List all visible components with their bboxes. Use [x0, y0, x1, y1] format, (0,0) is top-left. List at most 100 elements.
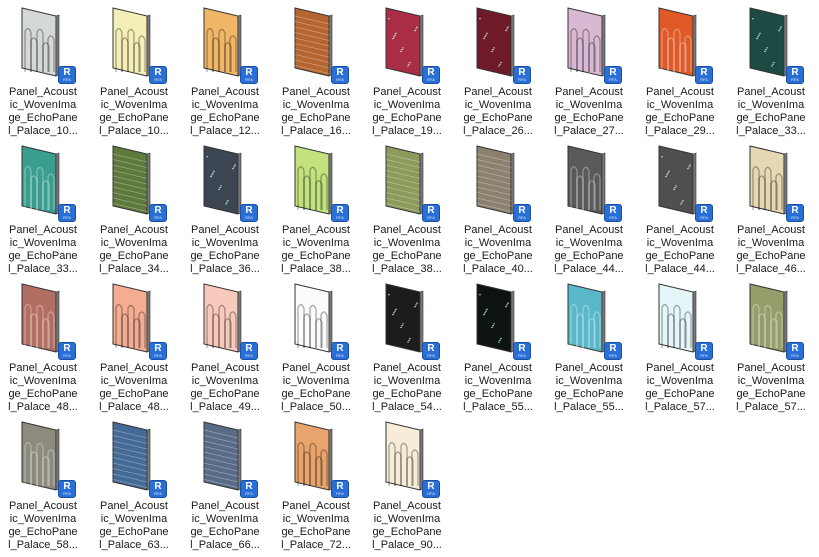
panel-thumbnail: R RFA [16, 420, 76, 498]
panel-thumbnail: R RFA [471, 144, 531, 222]
file-name: Panel_Acoust ic_WovenIma ge_EchoPane l_P… [372, 224, 442, 275]
revit-badge-ext: RFA [791, 215, 799, 220]
panel-thumbnail: R RFA [198, 282, 258, 360]
revit-file-icon: R RFA [331, 66, 349, 84]
revit-badge-ext: RFA [427, 353, 435, 358]
file-item[interactable]: R RFA Panel_Acoust ic_WovenIma ge_EchoPane… [730, 282, 812, 413]
file-item[interactable]: R RFA Panel_Acoust ic_WovenIma ge_EchoPane… [639, 282, 721, 413]
file-item[interactable]: R RFA Panel_Acoust ic_WovenIma ge_EchoPane… [93, 144, 175, 275]
file-item[interactable]: R RFA Panel_Acoust ic_WovenIma ge_EchoPane… [639, 144, 721, 275]
file-item[interactable]: R RFA Panel_Acoust ic_WovenIma ge_EchoPane… [2, 6, 84, 137]
revit-badge-ext: RFA [609, 77, 617, 82]
file-item[interactable]: R RFA Panel_Acoust ic_WovenIma ge_EchoPane… [548, 144, 630, 275]
file-item[interactable]: R RFA Panel_Acoust ic_WovenIma ge_EchoPane… [457, 144, 539, 275]
file-item[interactable]: R RFA Panel_Acoust ic_WovenIma ge_EchoPane… [275, 282, 357, 413]
file-name: Panel_Acoust ic_WovenIma ge_EchoPane l_P… [463, 362, 533, 413]
revit-file-icon: R RFA [422, 480, 440, 498]
file-item[interactable]: R RFA Panel_Acoust ic_WovenIma ge_EchoPane… [730, 6, 812, 137]
file-item[interactable]: R RFA Panel_Acoust ic_WovenIma ge_EchoPane… [93, 6, 175, 137]
file-item[interactable]: R RFA Panel_Acoust ic_WovenIma ge_EchoPane… [366, 282, 448, 413]
file-name: Panel_Acoust ic_WovenIma ge_EchoPane l_P… [645, 224, 715, 275]
revit-file-icon: R RFA [149, 480, 167, 498]
file-item[interactable]: R RFA Panel_Acoust ic_WovenIma ge_EchoPane… [548, 6, 630, 137]
file-name: Panel_Acoust ic_WovenIma ge_EchoPane l_P… [190, 500, 260, 551]
panel-thumbnail: R RFA [562, 144, 622, 222]
file-item[interactable]: R RFA Panel_Acoust ic_WovenIma ge_EchoPane… [275, 6, 357, 137]
file-name: Panel_Acoust ic_WovenIma ge_EchoPane l_P… [372, 500, 442, 551]
revit-file-icon: R RFA [240, 342, 258, 360]
revit-file-icon: R RFA [786, 204, 804, 222]
panel-thumbnail: R RFA [562, 6, 622, 84]
panel-thumbnail: R RFA [16, 282, 76, 360]
revit-badge-ext: RFA [336, 491, 344, 496]
revit-badge-ext: RFA [427, 491, 435, 496]
revit-file-icon: R RFA [58, 342, 76, 360]
file-name: Panel_Acoust ic_WovenIma ge_EchoPane l_P… [99, 500, 169, 551]
file-item[interactable]: R RFA Panel_Acoust ic_WovenIma ge_EchoPane… [366, 6, 448, 137]
file-name: Panel_Acoust ic_WovenIma ge_EchoPane l_P… [281, 224, 351, 275]
panel-thumbnail: R RFA [653, 282, 713, 360]
panel-thumbnail: R RFA [653, 6, 713, 84]
revit-file-icon: R RFA [513, 204, 531, 222]
file-item[interactable]: R RFA Panel_Acoust ic_WovenIma ge_EchoPane… [184, 420, 266, 551]
file-name: Panel_Acoust ic_WovenIma ge_EchoPane l_P… [190, 86, 260, 137]
panel-thumbnail: R RFA [107, 282, 167, 360]
file-item[interactable]: R RFA Panel_Acoust ic_WovenIma ge_EchoPane… [93, 282, 175, 413]
file-name: Panel_Acoust ic_WovenIma ge_EchoPane l_P… [281, 500, 351, 551]
revit-file-icon: R RFA [422, 342, 440, 360]
revit-file-icon: R RFA [695, 66, 713, 84]
revit-file-icon: R RFA [786, 66, 804, 84]
file-item[interactable]: R RFA Panel_Acoust ic_WovenIma ge_EchoPane… [457, 6, 539, 137]
revit-file-icon: R RFA [786, 342, 804, 360]
panel-thumbnail: R RFA [380, 420, 440, 498]
file-name: Panel_Acoust ic_WovenIma ge_EchoPane l_P… [8, 224, 78, 275]
file-item[interactable]: R RFA Panel_Acoust ic_WovenIma ge_EchoPane… [639, 6, 721, 137]
file-name: Panel_Acoust ic_WovenIma ge_EchoPane l_P… [736, 86, 806, 137]
panel-thumbnail: R RFA [289, 144, 349, 222]
file-name: Panel_Acoust ic_WovenIma ge_EchoPane l_P… [8, 500, 78, 551]
revit-file-icon: R RFA [695, 342, 713, 360]
revit-badge-ext: RFA [154, 77, 162, 82]
file-name: Panel_Acoust ic_WovenIma ge_EchoPane l_P… [372, 86, 442, 137]
file-item[interactable]: R RFA Panel_Acoust ic_WovenIma ge_EchoPane… [275, 144, 357, 275]
panel-thumbnail: R RFA [107, 6, 167, 84]
revit-file-icon: R RFA [240, 66, 258, 84]
file-name: Panel_Acoust ic_WovenIma ge_EchoPane l_P… [463, 224, 533, 275]
file-name: Panel_Acoust ic_WovenIma ge_EchoPane l_P… [645, 362, 715, 413]
panel-thumbnail: R RFA [562, 282, 622, 360]
file-item[interactable]: R RFA Panel_Acoust ic_WovenIma ge_EchoPane… [730, 144, 812, 275]
file-grid: R RFA Panel_Acoust ic_WovenIma ge_EchoPane… [0, 0, 819, 557]
revit-badge-ext: RFA [336, 215, 344, 220]
file-item[interactable]: R RFA Panel_Acoust ic_WovenIma ge_EchoPane… [548, 282, 630, 413]
file-item[interactable]: R RFA Panel_Acoust ic_WovenIma ge_EchoPane… [2, 420, 84, 551]
file-item[interactable]: R RFA Panel_Acoust ic_WovenIma ge_EchoPane… [2, 282, 84, 413]
file-name: Panel_Acoust ic_WovenIma ge_EchoPane l_P… [463, 86, 533, 137]
file-item[interactable]: R RFA Panel_Acoust ic_WovenIma ge_EchoPane… [366, 144, 448, 275]
panel-thumbnail: R RFA [471, 6, 531, 84]
file-item[interactable]: R RFA Panel_Acoust ic_WovenIma ge_EchoPane… [457, 282, 539, 413]
panel-thumbnail: R RFA [107, 420, 167, 498]
file-item[interactable]: R RFA Panel_Acoust ic_WovenIma ge_EchoPane… [2, 144, 84, 275]
panel-thumbnail: R RFA [289, 6, 349, 84]
panel-thumbnail: R RFA [289, 282, 349, 360]
panel-thumbnail: R RFA [744, 144, 804, 222]
file-name: Panel_Acoust ic_WovenIma ge_EchoPane l_P… [554, 362, 624, 413]
file-item[interactable]: R RFA Panel_Acoust ic_WovenIma ge_EchoPane… [184, 144, 266, 275]
file-item[interactable]: R RFA Panel_Acoust ic_WovenIma ge_EchoPane… [184, 6, 266, 137]
panel-thumbnail: R RFA [380, 6, 440, 84]
revit-file-icon: R RFA [58, 66, 76, 84]
revit-file-icon: R RFA [331, 204, 349, 222]
revit-badge-ext: RFA [63, 77, 71, 82]
revit-badge-ext: RFA [63, 353, 71, 358]
file-name: Panel_Acoust ic_WovenIma ge_EchoPane l_P… [99, 362, 169, 413]
revit-badge-ext: RFA [63, 491, 71, 496]
file-item[interactable]: R RFA Panel_Acoust ic_WovenIma ge_EchoPane… [184, 282, 266, 413]
file-item[interactable]: R RFA Panel_Acoust ic_WovenIma ge_EchoPane… [93, 420, 175, 551]
revit-badge-ext: RFA [154, 353, 162, 358]
file-item[interactable]: R RFA Panel_Acoust ic_WovenIma ge_EchoPane… [275, 420, 357, 551]
revit-badge-ext: RFA [154, 491, 162, 496]
file-item[interactable]: R RFA Panel_Acoust ic_WovenIma ge_EchoPane… [366, 420, 448, 551]
revit-badge-ext: RFA [336, 353, 344, 358]
revit-badge-ext: RFA [63, 215, 71, 220]
revit-file-icon: R RFA [695, 204, 713, 222]
